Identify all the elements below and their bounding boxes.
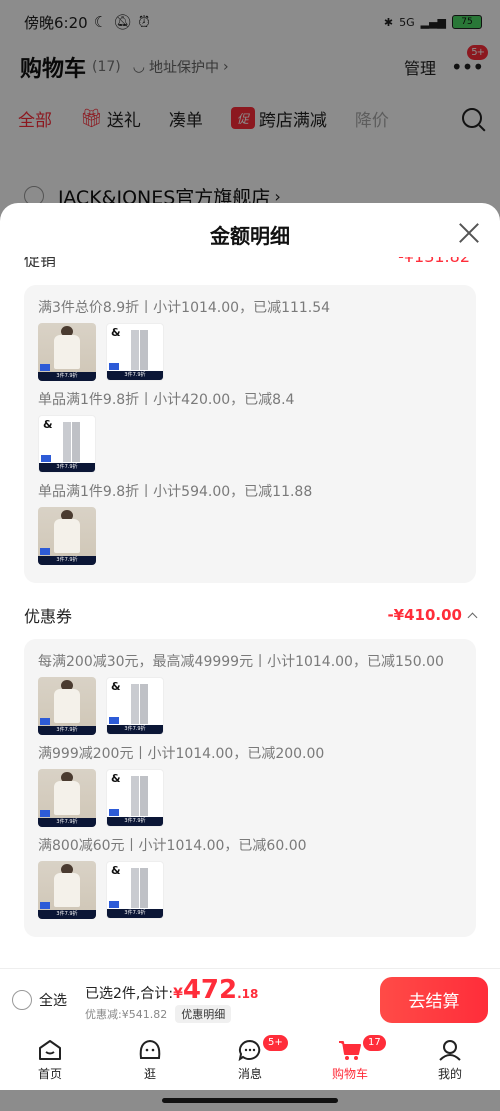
- discount-text: 优惠减:¥541.82: [85, 1007, 168, 1021]
- tabbar-label: 首页: [37, 1067, 62, 1081]
- discount-detail-button[interactable]: 优惠明细: [175, 1004, 232, 1023]
- tabbar-item-home[interactable]: 首页: [0, 1030, 100, 1090]
- product-thumbs: 3件7.9折 & 3件7.9折: [38, 677, 462, 735]
- home-icon: [39, 1040, 61, 1060]
- product-thumb-pants[interactable]: & 3件7.9折: [106, 861, 164, 919]
- product-thumbs: 3件7.9折: [38, 507, 462, 565]
- product-thumbs: 3件7.9折 & 3件7.9折: [38, 769, 462, 827]
- tabbar-label: 逛: [143, 1067, 156, 1081]
- select-all-radio[interactable]: [12, 989, 32, 1010]
- sheet-title: 金额明细: [210, 223, 290, 248]
- promo-group: 满3件总价8.9折丨小计1014.00，已减111.54 3件7.9折 & 3件7…: [24, 285, 476, 583]
- tabbar-item-explore[interactable]: 逛: [100, 1030, 200, 1090]
- cart-icon: [339, 1041, 361, 1060]
- total-integer: 472: [182, 974, 238, 1005]
- face-icon: [139, 1039, 161, 1059]
- product-thumb-jacket[interactable]: 3件7.9折: [38, 769, 96, 827]
- coupon-rule: 满800减60元丨小计1014.00，已减60.00: [38, 838, 307, 854]
- order-summary: 已选2件,合计: ¥ 472 .18 优惠减:¥541.82 优惠明细: [85, 977, 258, 1023]
- promo-rule: 单品满1件9.8折丨小计594.00，已减11.88: [38, 484, 313, 500]
- select-all-label[interactable]: 全选: [39, 990, 67, 1010]
- clipped-section-row: 促销 -¥131.82: [24, 257, 470, 267]
- product-thumbs: 3件7.9折 & 3件7.9折: [38, 861, 462, 919]
- coupon-rule: 每满200减30元，最高减49999元丨小计1014.00，已减150.00: [38, 654, 444, 670]
- promo-rule: 满3件总价8.9折丨小计1014.00，已减111.54: [38, 300, 331, 316]
- tabbar-item-messages[interactable]: 消息 5+: [200, 1030, 300, 1090]
- coupon-title: 优惠券: [24, 607, 73, 626]
- sheet-content[interactable]: 满3件总价8.9折丨小计1014.00，已减111.54 3件7.9折 & 3件7…: [0, 267, 500, 968]
- clipped-section-amount: -¥131.82: [398, 257, 470, 267]
- cart-badge: 17: [362, 1034, 387, 1052]
- checkout-button[interactable]: 去结算: [380, 976, 488, 1023]
- product-thumb-jacket[interactable]: 3件7.9折: [38, 861, 96, 919]
- product-thumbs: 3件7.9折 & 3件7.9折: [38, 323, 462, 381]
- tabbar-label: 购物车: [331, 1067, 368, 1081]
- chevron-up-icon: [467, 612, 478, 622]
- checkout-bar: 全选 已选2件,合计: ¥ 472 .18 优惠减:¥541.82 优惠明细 去…: [0, 968, 500, 1030]
- tabbar-item-cart[interactable]: 购物车 17: [300, 1030, 400, 1090]
- product-thumbs: & 3件7.9折: [38, 415, 462, 473]
- close-icon[interactable]: [458, 222, 480, 244]
- coupon-section-header[interactable]: 优惠券 -¥410.00: [24, 603, 478, 627]
- sheet-header: 金额明细: [0, 203, 500, 265]
- coupon-amount: -¥410.00: [387, 606, 478, 624]
- product-thumb-pants[interactable]: & 3件7.9折: [106, 677, 164, 735]
- tabbar-item-profile[interactable]: 我的: [400, 1030, 500, 1090]
- promo-rule: 单品满1件9.8折丨小计420.00，已减8.4: [38, 392, 295, 408]
- bottom-tab-bar: 首页 逛 消息 5+ 购物车 17 我的: [0, 1030, 500, 1090]
- total-decimal: .18: [237, 986, 259, 1001]
- tabbar-label: 我的: [437, 1067, 462, 1081]
- home-indicator[interactable]: [162, 1098, 338, 1103]
- selected-count-text: 已选2件,合计:: [85, 985, 174, 1002]
- product-thumb-pants[interactable]: & 3件7.9折: [106, 323, 164, 381]
- product-thumb-jacket[interactable]: 3件7.9折: [38, 323, 96, 381]
- clipped-section-title: 促销: [24, 257, 57, 267]
- messages-badge: 5+: [262, 1034, 289, 1052]
- coupon-amount-value: -¥410.00: [387, 606, 462, 624]
- total-currency: ¥: [173, 985, 183, 1002]
- coupon-group: 每满200减30元，最高减49999元丨小计1014.00，已减150.00 3…: [24, 639, 476, 937]
- coupon-rule: 满999减200元丨小计1014.00，已减200.00: [38, 746, 325, 762]
- message-icon: [238, 1039, 261, 1062]
- product-thumb-jacket[interactable]: 3件7.9折: [38, 507, 96, 565]
- tabbar-label: 消息: [237, 1067, 262, 1081]
- product-thumb-jacket[interactable]: 3件7.9折: [38, 677, 96, 735]
- user-icon: [439, 1040, 461, 1061]
- amount-detail-sheet: 金额明细 促销 -¥131.82 满3件总价8.9折丨小计1014.00，已减1…: [0, 203, 500, 968]
- product-thumb-pants[interactable]: & 3件7.9折: [38, 415, 96, 473]
- product-thumb-pants[interactable]: & 3件7.9折: [106, 769, 164, 827]
